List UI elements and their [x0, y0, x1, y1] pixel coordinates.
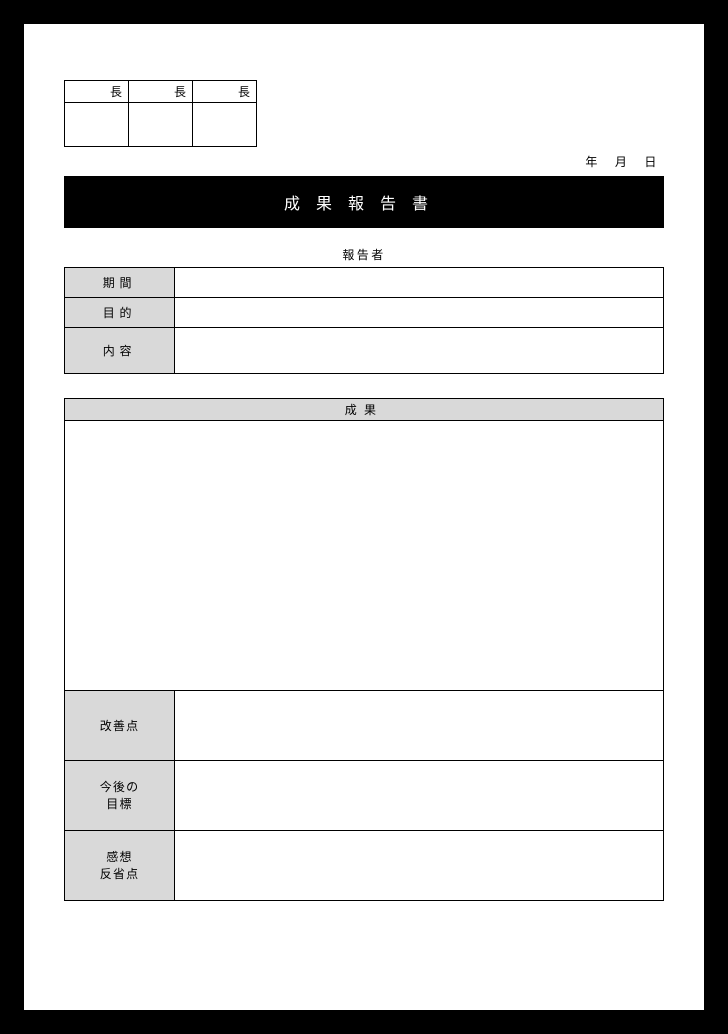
approval-cell-3[interactable]	[193, 103, 257, 147]
label-future-line1: 今後の	[100, 780, 140, 794]
field-content[interactable]	[175, 328, 664, 374]
field-future[interactable]	[175, 761, 664, 831]
field-purpose[interactable]	[175, 298, 664, 328]
label-thoughts-line2: 反省点	[100, 867, 140, 881]
label-thoughts: 感想 反省点	[65, 831, 175, 901]
label-purpose: 目的	[65, 298, 175, 328]
approval-header-2: 長	[129, 81, 193, 103]
page: 長 長 長 年 月 日 成果報告書 報告者 期間 目的 内容	[24, 24, 704, 1010]
approval-header-3: 長	[193, 81, 257, 103]
field-result[interactable]	[65, 421, 664, 691]
label-result: 成果	[65, 399, 664, 421]
document-title: 成果報告書	[64, 176, 664, 228]
approval-stamp-table: 長 長 長	[64, 80, 257, 147]
label-period: 期間	[65, 268, 175, 298]
result-table: 成果 改善点 今後の 目標 感想 反省点	[64, 398, 664, 901]
approval-header-1: 長	[65, 81, 129, 103]
label-future: 今後の 目標	[65, 761, 175, 831]
date-day-label: 日	[644, 155, 660, 169]
reporter-label: 報告者	[64, 246, 664, 263]
date-year-label: 年	[585, 155, 601, 169]
header-info-table: 期間 目的 内容	[64, 267, 664, 374]
label-thoughts-line1: 感想	[106, 850, 132, 864]
label-content: 内容	[65, 328, 175, 374]
label-improve: 改善点	[65, 691, 175, 761]
field-period[interactable]	[175, 268, 664, 298]
field-thoughts[interactable]	[175, 831, 664, 901]
date-month-label: 月	[615, 155, 631, 169]
field-improve[interactable]	[175, 691, 664, 761]
label-future-line2: 目標	[106, 797, 132, 811]
approval-cell-2[interactable]	[129, 103, 193, 147]
date-line: 年 月 日	[64, 153, 660, 170]
approval-cell-1[interactable]	[65, 103, 129, 147]
